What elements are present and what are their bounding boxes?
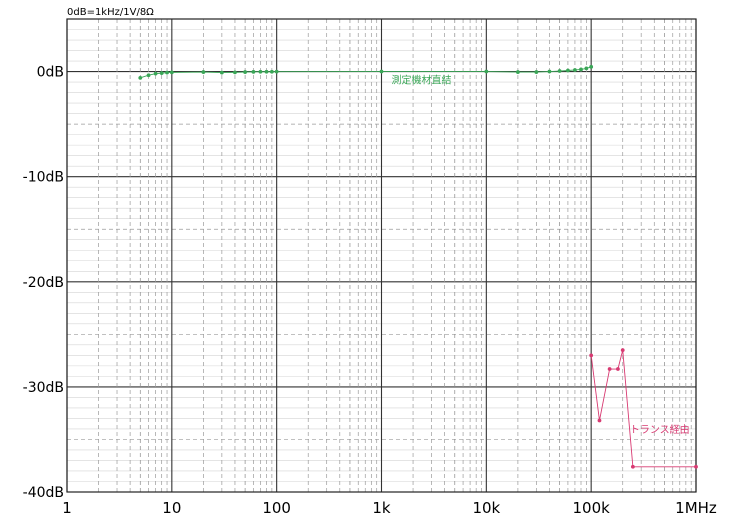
chart-title: 0dB=1kHz/1V/8Ω: [67, 7, 154, 18]
data-point: [233, 70, 237, 75]
data-point: [258, 69, 263, 74]
data-point: [630, 464, 635, 469]
data-point: [274, 69, 279, 74]
data-point: [579, 67, 583, 72]
data-point: [201, 70, 206, 74]
data-point: [264, 69, 269, 74]
data-point: [138, 75, 143, 80]
data-point: [243, 70, 248, 74]
data-point: [269, 69, 274, 74]
data-point: [694, 464, 698, 469]
y-tick-label: -20dB: [23, 275, 64, 291]
y-tick-label: 0dB: [37, 65, 64, 81]
data-point: [547, 69, 552, 74]
data-point: [484, 69, 489, 74]
data-point: [219, 70, 224, 75]
data-point: [165, 70, 169, 75]
data-point: [379, 69, 384, 74]
frequency-response-chart: 0dB -10dB -20dB -30dB -40dB1 10 100 1k 10k 100k 1M…: [23, 7, 717, 517]
data-point: [169, 70, 174, 75]
data-point: [607, 367, 612, 371]
y-tick-label: -40dB: [23, 485, 64, 501]
x-tick-label: 1MHz: [675, 499, 717, 517]
data-point: [573, 68, 577, 72]
data-point: [616, 367, 620, 371]
x-tick-label: 100: [262, 499, 291, 517]
data-point: [251, 69, 256, 74]
data-point: [153, 71, 158, 76]
x-tick-label: 100k: [573, 499, 611, 517]
x-tick-label: 1: [62, 499, 72, 517]
y-tick-label: -30dB: [23, 380, 64, 396]
x-tick-label: 1k: [372, 499, 391, 517]
data-point: [515, 70, 520, 74]
data-point: [584, 66, 589, 71]
x-tick-label: 10: [162, 499, 181, 517]
data-point: [620, 348, 625, 352]
data-point: [557, 69, 562, 73]
x-tick-label: 10k: [472, 499, 500, 517]
data-point: [566, 68, 570, 73]
series-label: 測定機材直結: [392, 74, 452, 87]
series-label: トランス経由: [630, 423, 690, 436]
data-point: [534, 70, 539, 74]
data-point: [589, 64, 594, 69]
y-tick-label: -10dB: [23, 170, 64, 186]
grid: [66, 18, 697, 493]
data-point: [159, 71, 164, 76]
data-point: [589, 353, 594, 358]
data-point: [146, 73, 151, 78]
data-point: [597, 418, 602, 423]
